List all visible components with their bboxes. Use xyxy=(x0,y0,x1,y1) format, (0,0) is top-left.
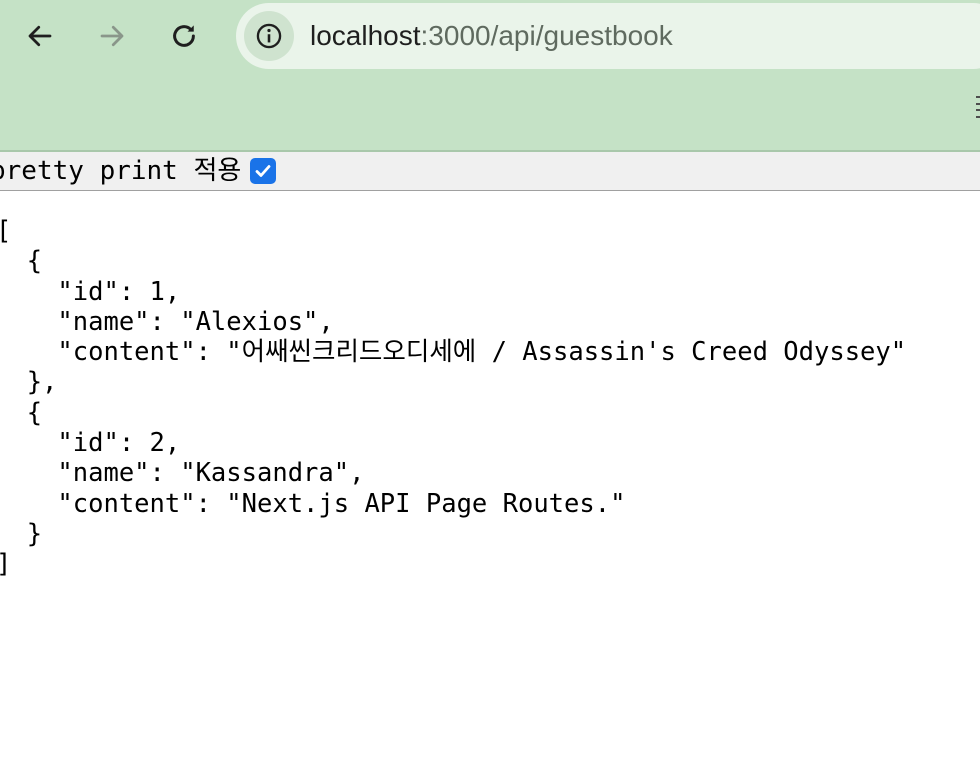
back-button[interactable] xyxy=(18,14,62,58)
site-info-button[interactable] xyxy=(244,11,294,61)
json-line: { xyxy=(0,397,43,428)
json-line: { xyxy=(0,246,43,277)
json-line: "id": 2, xyxy=(0,428,181,459)
arrow-right-icon xyxy=(100,25,124,47)
pretty-print-label: pretty print 적용 xyxy=(0,156,242,186)
json-line: ] xyxy=(0,549,11,579)
json-line: "name": "Kassandra", xyxy=(0,458,365,489)
arrow-left-icon xyxy=(28,25,52,47)
url-host: localhost xyxy=(310,20,421,51)
pretty-print-checkbox[interactable] xyxy=(250,158,276,184)
json-line: } xyxy=(0,518,43,549)
json-line: "content": "어쌔씬크리드오디세에 / Assassin's Cree… xyxy=(0,337,907,368)
browser-toolbar: localhost:3000/api/guestbook xyxy=(0,0,980,152)
json-line: "name": "Alexios", xyxy=(0,306,334,337)
json-line: }, xyxy=(0,367,58,398)
json-line: "content": "Next.js API Page Routes." xyxy=(0,488,626,519)
json-line: "id": 1, xyxy=(0,276,181,307)
json-line: [ xyxy=(0,216,11,246)
reload-icon xyxy=(173,25,195,47)
json-viewer: [ { "id": 1, "name": "Alexios", "content… xyxy=(0,216,906,580)
url-path: :3000/api/guestbook xyxy=(420,20,673,51)
forward-button[interactable] xyxy=(90,14,134,58)
reload-button[interactable] xyxy=(162,14,206,58)
toolbar-menu-handle-icon[interactable] xyxy=(976,96,980,118)
info-circle-icon xyxy=(256,23,282,49)
address-bar[interactable]: localhost:3000/api/guestbook xyxy=(236,3,980,69)
url-text[interactable]: localhost:3000/api/guestbook xyxy=(310,17,673,55)
checkmark-icon xyxy=(255,165,271,177)
pretty-print-bar: pretty print 적용 xyxy=(0,152,980,191)
